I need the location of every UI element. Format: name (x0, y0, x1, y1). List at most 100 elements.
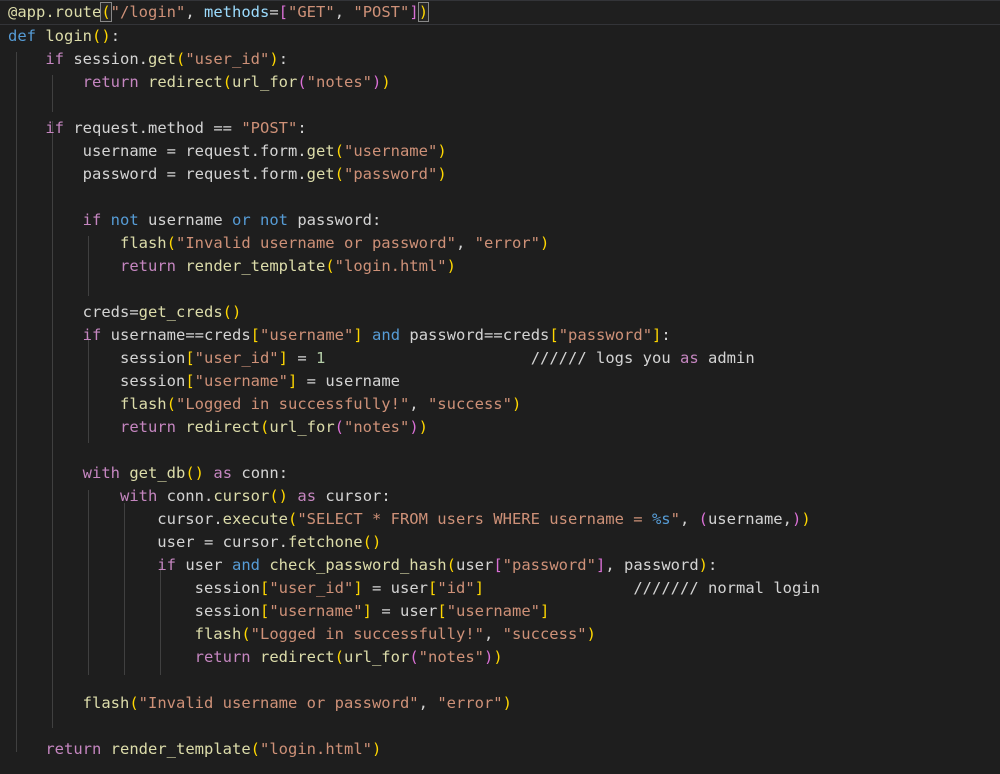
code-line[interactable]: @app.route("/login", methods=["GET", "PO… (0, 0, 1000, 25)
code-token: "password" (343, 165, 438, 183)
code-token: ( (269, 487, 279, 505)
code-token: request (175, 142, 251, 160)
code-token: 1 (316, 349, 326, 367)
code-token: ( (166, 395, 176, 413)
code-token: url_for (269, 418, 335, 436)
code-line[interactable]: return render_template("login.html") (0, 255, 1000, 278)
code-token: "/login" (110, 3, 186, 21)
code-token: as (297, 487, 317, 505)
code-token: [ (259, 602, 270, 620)
code-token: flash (82, 694, 130, 712)
code-token: .form. (250, 142, 307, 160)
code-token: ] (362, 602, 372, 620)
code-token: "login.html" (334, 257, 447, 275)
code-token: ] (353, 326, 363, 344)
code-token: ( (241, 625, 251, 643)
code-token: ( (446, 556, 456, 574)
code-token: /////// (633, 579, 699, 597)
code-line[interactable]: return redirect(url_for("notes")) (0, 646, 1000, 669)
code-token: ) (417, 2, 430, 22)
code-line[interactable] (0, 186, 1000, 209)
code-line[interactable]: if session.get("user_id"): (0, 48, 1000, 71)
code-line[interactable]: flash("Logged in successfully!", "succes… (0, 393, 1000, 416)
code-token: ) (801, 510, 811, 528)
code-line[interactable]: with conn.cursor() as cursor: (0, 485, 1000, 508)
code-line[interactable]: return render_template("login.html") (0, 738, 1000, 761)
code-token: user (8, 533, 204, 551)
code-token: [ (185, 349, 195, 367)
code-token: = (166, 142, 176, 160)
code-line[interactable]: session["username"] = username (0, 370, 1000, 393)
code-token: , (679, 510, 699, 528)
code-token: == (213, 119, 232, 137)
code-line[interactable] (0, 278, 1000, 301)
code-token: check_password_hash (269, 556, 447, 574)
code-line[interactable]: flash("Logged in successfully!", "succes… (0, 623, 1000, 646)
code-token: as (213, 464, 233, 482)
code-line[interactable]: flash("Invalid username or password", "e… (0, 692, 1000, 715)
code-token: . (203, 487, 214, 505)
code-token: ) (437, 142, 447, 160)
code-line[interactable]: if not username or not password: (0, 209, 1000, 232)
code-token: password (288, 211, 373, 229)
code-token: with (82, 464, 120, 482)
code-token: not (110, 211, 139, 229)
code-line[interactable]: session["user_id"] = 1 ////// logs you a… (0, 347, 1000, 370)
code-line[interactable]: user = cursor.fetchone() (0, 531, 1000, 554)
code-token: [ (428, 579, 438, 597)
code-token: "username" (446, 602, 541, 620)
code-line[interactable]: session["username"] = user["username"] (0, 600, 1000, 623)
code-lines-container[interactable]: @app.route("/login", methods=["GET", "PO… (0, 0, 1000, 774)
code-line[interactable]: username = request.form.get("username") (0, 140, 1000, 163)
code-line[interactable] (0, 715, 1000, 738)
code-token: ) (194, 464, 205, 482)
code-token: [ (250, 326, 261, 344)
code-token: " (670, 510, 680, 528)
code-line[interactable]: if user and check_password_hash(user["pa… (0, 554, 1000, 577)
code-line[interactable]: password = request.form.get("password") (0, 163, 1000, 186)
code-token: ) (483, 648, 494, 666)
code-token: and (372, 326, 401, 344)
code-line[interactable]: creds=get_creds() (0, 301, 1000, 324)
code-token: [ (259, 579, 270, 597)
code-line[interactable]: if username==creds["username"] and passw… (0, 324, 1000, 347)
code-token: . (138, 50, 148, 68)
code-token: ( (325, 257, 335, 275)
code-token: render_template (110, 740, 251, 758)
code-line[interactable] (0, 94, 1000, 117)
code-line[interactable]: with get_db() as conn: (0, 462, 1000, 485)
code-line[interactable]: flash("Invalid username or password", "e… (0, 232, 1000, 255)
code-token: ] (540, 602, 550, 620)
code-token: session (8, 579, 260, 597)
code-editor[interactable]: @app.route("/login", methods=["GET", "PO… (0, 0, 1000, 774)
code-line[interactable] (0, 439, 1000, 462)
code-token: ( (92, 27, 102, 45)
code-token: @app.route (8, 3, 102, 21)
code-line[interactable]: def login(): (0, 25, 1000, 48)
code-token: "success" (502, 625, 587, 643)
code-token: ( (129, 694, 139, 712)
code-token: "notes" (418, 648, 484, 666)
code-line[interactable]: cursor.execute("SELECT * FROM users WHER… (0, 508, 1000, 531)
code-token: ) (698, 556, 708, 574)
code-token: = (166, 165, 176, 183)
code-line[interactable]: if request.method == "POST": (0, 117, 1000, 140)
code-line[interactable] (0, 669, 1000, 692)
code-line[interactable]: session["user_id"] = user["id"] /////// … (0, 577, 1000, 600)
code-token: not (260, 211, 289, 229)
code-token: username (138, 211, 232, 229)
code-line[interactable]: return redirect(url_for("notes")) (0, 71, 1000, 94)
code-line[interactable]: return redirect(url_for("notes")) (0, 416, 1000, 439)
code-token: ) (101, 27, 111, 45)
